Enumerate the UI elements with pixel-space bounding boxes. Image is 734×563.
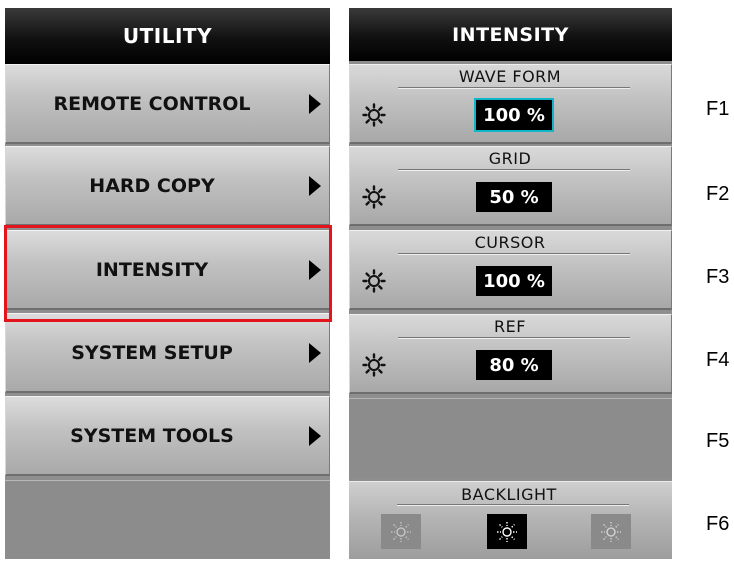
backlight-label: BACKLIGHT	[461, 485, 557, 504]
menu-item-intensity[interactable]: INTENSITY	[5, 230, 330, 310]
menu-item-system-setup[interactable]: SYSTEM SETUP	[5, 313, 330, 393]
grid-value[interactable]: 50 %	[476, 182, 552, 212]
function-key-f1: F1	[706, 98, 730, 120]
function-key-f4: F4	[706, 349, 730, 371]
menu-item-system-tools[interactable]: SYSTEM TOOLS	[5, 396, 330, 476]
brightness-icon	[362, 353, 386, 377]
backlight-high-button[interactable]	[591, 514, 631, 549]
param-wave-form[interactable]: WAVE FORM 100 %	[349, 64, 672, 144]
right-arrow-icon	[309, 425, 321, 446]
backlight-control: BACKLIGHT	[349, 481, 672, 559]
divider	[397, 504, 629, 506]
brightness-icon	[362, 269, 386, 293]
menu-item-remote-control[interactable]: REMOTE CONTROL	[5, 64, 330, 144]
right-arrow-icon	[309, 93, 321, 114]
intensity-title: INTENSITY	[349, 8, 672, 61]
menu-item-label: SYSTEM SETUP	[71, 341, 233, 364]
divider	[398, 87, 630, 89]
utility-menu: UTILITY REMOTE CONTROL HARD COPY INTENSI…	[5, 8, 330, 559]
cursor-value[interactable]: 100 %	[476, 266, 552, 296]
menu-item-label: HARD COPY	[89, 174, 215, 197]
backlight-low-icon	[391, 521, 411, 542]
param-grid[interactable]: GRID 50 %	[349, 146, 672, 226]
param-ref[interactable]: REF 80 %	[349, 314, 672, 394]
brightness-icon	[362, 103, 386, 127]
utility-title: UTILITY	[5, 8, 330, 64]
empty-param-slot	[349, 398, 672, 478]
ref-value[interactable]: 80 %	[476, 350, 552, 380]
divider	[398, 337, 630, 339]
param-label: REF	[494, 317, 526, 336]
menu-item-label: INTENSITY	[95, 258, 209, 281]
menu-item-hard-copy[interactable]: HARD COPY	[5, 146, 330, 226]
brightness-icon	[362, 185, 386, 209]
empty-menu-slot	[5, 480, 330, 559]
function-key-f5: F5	[706, 430, 730, 452]
right-arrow-icon	[309, 175, 321, 196]
param-cursor[interactable]: CURSOR 100 %	[349, 230, 672, 310]
function-key-f2: F2	[706, 183, 730, 205]
divider	[398, 253, 630, 255]
backlight-low-button[interactable]	[381, 514, 421, 549]
param-label: GRID	[488, 149, 532, 168]
param-label: WAVE FORM	[458, 67, 562, 86]
menu-item-label: REMOTE CONTROL	[53, 92, 251, 115]
divider	[398, 169, 630, 171]
function-key-f6: F6	[706, 513, 730, 535]
param-label: CURSOR	[474, 233, 546, 252]
intensity-panel: INTENSITY WAVE FORM 100 % GRID 50 % CURS…	[349, 8, 672, 559]
right-arrow-icon	[309, 342, 321, 363]
wave-form-value[interactable]: 100 %	[474, 98, 554, 132]
right-arrow-icon	[309, 259, 321, 280]
function-key-f3: F3	[706, 266, 730, 288]
backlight-medium-icon	[497, 521, 517, 542]
menu-item-label: SYSTEM TOOLS	[70, 424, 234, 447]
backlight-medium-button[interactable]	[487, 514, 527, 549]
backlight-high-icon	[601, 521, 621, 542]
